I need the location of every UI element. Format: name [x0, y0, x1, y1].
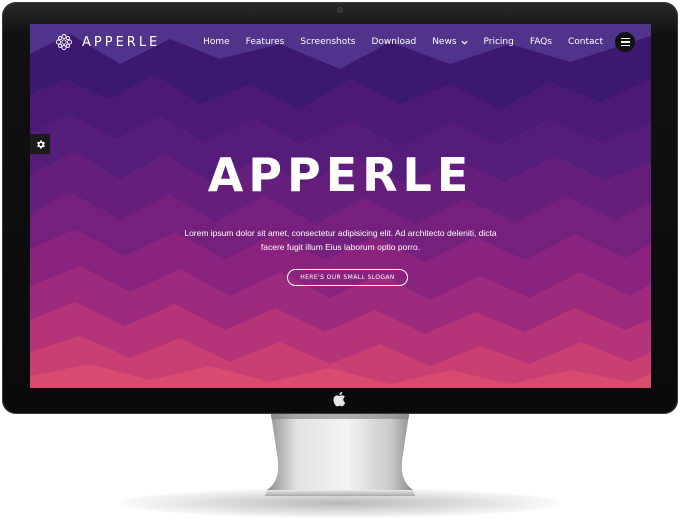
nav-item-news-label: News [432, 37, 457, 47]
hero-title: APPERLE [207, 148, 474, 202]
mandala-logo-icon [56, 34, 72, 50]
nav-item-pricing[interactable]: Pricing [484, 37, 514, 47]
brand-name: APPERLE [82, 34, 161, 50]
nav-item-contact[interactable]: Contact [568, 37, 603, 47]
nav-item-news[interactable]: News [432, 37, 468, 47]
website-screen: APPERLE Home Features Screenshots Downlo… [30, 24, 651, 388]
nav-item-download[interactable]: Download [371, 37, 416, 47]
monitor-stand [265, 414, 415, 496]
hero-background [30, 24, 651, 388]
nav-item-features[interactable]: Features [246, 37, 285, 47]
chevron-down-icon [460, 40, 468, 45]
brand[interactable]: APPERLE [54, 32, 160, 52]
hamburger-icon[interactable] [615, 32, 635, 52]
nav-item-faqs[interactable]: FAQs [530, 37, 552, 47]
nav-item-home[interactable]: Home [203, 37, 230, 47]
slogan-button[interactable]: HERE'S OUR SMALL SLOGAN [287, 269, 408, 286]
hero-description: Lorem ipsum dolor sit amet, consectetur … [184, 228, 497, 252]
apple-logo-icon [333, 391, 346, 407]
camera-icon [337, 7, 343, 13]
main-nav: Home Features Screenshots Download News … [187, 37, 603, 47]
nav-item-screenshots[interactable]: Screenshots [300, 37, 355, 47]
